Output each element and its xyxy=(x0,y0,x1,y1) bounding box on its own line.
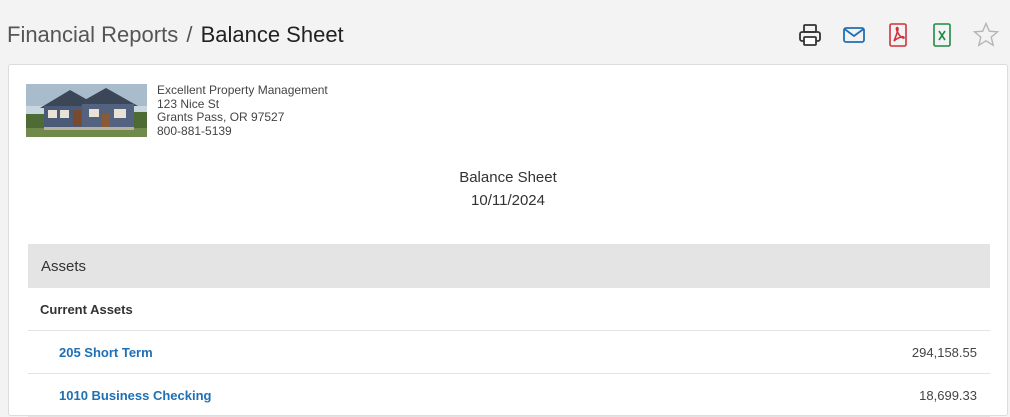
report-toolbar xyxy=(780,20,1000,50)
company-logo xyxy=(26,84,147,137)
company-city: Grants Pass, OR 97527 xyxy=(157,110,285,124)
star-icon xyxy=(972,21,1000,47)
email-icon xyxy=(843,27,865,43)
breadcrumb-current: Balance Sheet xyxy=(200,22,344,47)
account-amount: 18,699.33 xyxy=(919,387,977,403)
pdf-icon xyxy=(889,23,907,47)
printer-icon xyxy=(799,24,821,46)
assets-section-label: Assets xyxy=(41,257,87,275)
print-button[interactable] xyxy=(796,20,824,50)
favorite-button[interactable] xyxy=(972,20,1000,50)
excel-icon xyxy=(933,23,951,47)
company-street: 123 Nice St xyxy=(157,96,220,111)
table-row: 205 Short Term 294,158.55 xyxy=(28,331,990,374)
current-assets-label: Current Assets xyxy=(40,301,133,317)
excel-export-button[interactable] xyxy=(928,20,956,50)
account-amount: 294,158.55 xyxy=(911,344,977,360)
report-title: Balance Sheet xyxy=(459,169,557,186)
account-link[interactable]: 1010 Business Checking xyxy=(28,388,211,403)
company-name: Excellent Property Management xyxy=(157,83,328,97)
breadcrumb-parent-link[interactable]: Financial Reports xyxy=(7,22,178,47)
pdf-export-button[interactable] xyxy=(884,20,912,50)
company-info: Excellent Property Management 123 Nice S… xyxy=(157,83,328,138)
report-card: Excellent Property Management 123 Nice S… xyxy=(8,64,1008,417)
report-date: 10/11/2024 xyxy=(471,192,545,209)
page-header: Financial Reports / Balance Sheet xyxy=(0,0,1010,64)
assets-section-header: Assets xyxy=(28,244,990,288)
email-button[interactable] xyxy=(840,20,868,50)
company-phone: 800-881-5139 xyxy=(157,123,232,138)
account-link[interactable]: 205 Short Term xyxy=(28,345,153,360)
breadcrumb-separator: / xyxy=(186,22,193,47)
current-assets-row: Current Assets xyxy=(28,288,990,331)
breadcrumb: Financial Reports / Balance Sheet xyxy=(7,21,344,49)
table-row: 1010 Business Checking 18,699.33 xyxy=(28,374,990,417)
